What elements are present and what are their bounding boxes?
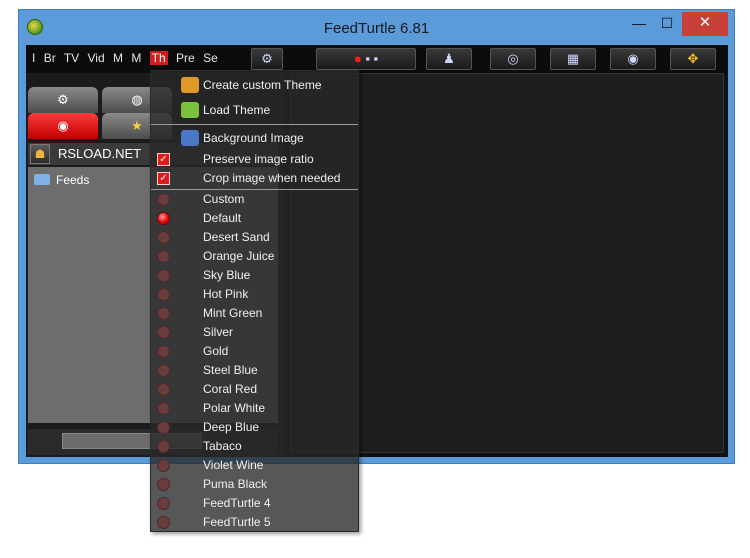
radio-icon xyxy=(157,269,170,282)
menu-themes[interactable]: Th xyxy=(149,51,168,65)
theme-option[interactable]: Coral Red xyxy=(151,380,358,399)
theme-option[interactable]: Default xyxy=(151,209,358,228)
radio-icon xyxy=(157,459,170,472)
menu-bar: I Br TV Vid M M Th Pre Se xyxy=(32,51,223,65)
radio-icon xyxy=(157,402,170,415)
theme-option[interactable]: FeedTurtle 5 xyxy=(151,513,358,532)
theme-option[interactable]: Steel Blue xyxy=(151,361,358,380)
radio-icon xyxy=(157,440,170,453)
radio-selected-icon xyxy=(157,212,170,225)
theme-option[interactable]: Custom xyxy=(151,190,358,209)
radio-icon xyxy=(157,326,170,339)
theme-option[interactable]: Sky Blue xyxy=(151,266,358,285)
palette-icon xyxy=(181,77,199,93)
menu-load-theme[interactable]: Load Theme xyxy=(151,98,358,122)
radio-icon xyxy=(157,288,170,301)
folder-icon xyxy=(34,174,50,185)
monitor-icon xyxy=(181,130,199,146)
radio-icon xyxy=(157,497,170,510)
checkbox-checked-icon: ✓ xyxy=(157,172,170,185)
radio-icon xyxy=(157,250,170,263)
menu-preserve-ratio[interactable]: ✓ Preserve image ratio xyxy=(151,150,358,169)
app-window: FeedTurtle 6.81 — ☐ ✕ I Br TV Vid M M Th… xyxy=(18,9,735,464)
radio-icon xyxy=(157,345,170,358)
close-button[interactable]: ✕ xyxy=(682,12,728,36)
theme-option[interactable]: FeedTurtle 4 xyxy=(151,494,358,513)
radio-icon xyxy=(157,421,170,434)
radio-icon xyxy=(157,383,170,396)
menu-create-theme[interactable]: Create custom Theme xyxy=(151,73,358,97)
menu-separator xyxy=(151,124,358,125)
record-icon[interactable]: ● ▪ ▪ xyxy=(316,48,416,70)
menu-vid[interactable]: Vid xyxy=(88,51,105,65)
minimize-button[interactable]: — xyxy=(626,12,652,36)
theme-option[interactable]: Tabaco xyxy=(151,437,358,456)
globe-icon[interactable]: ◉ xyxy=(610,48,656,70)
rss-icon[interactable]: ☗ xyxy=(30,144,50,164)
radio-icon xyxy=(157,364,170,377)
title-bar[interactable]: FeedTurtle 6.81 — ☐ ✕ xyxy=(19,10,734,44)
radio-icon xyxy=(157,478,170,491)
tree-item-feeds[interactable]: Feeds xyxy=(34,173,89,187)
theme-option[interactable]: Puma Black xyxy=(151,475,358,494)
theme-option[interactable]: Gold xyxy=(151,342,358,361)
theme-option[interactable]: Polar White xyxy=(151,399,358,418)
theme-menu: Create custom Theme Load Theme Backgroun… xyxy=(150,70,359,532)
maximize-button[interactable]: ☐ xyxy=(654,12,680,36)
menu-tv[interactable]: TV xyxy=(64,51,79,65)
settings-icon[interactable]: ⚙ xyxy=(251,48,283,70)
theme-option[interactable]: Hot Pink xyxy=(151,285,358,304)
menu-m2[interactable]: M xyxy=(131,51,141,65)
radio-icon xyxy=(157,231,170,244)
speaker-icon[interactable]: ◎ xyxy=(490,48,536,70)
menu-se[interactable]: Se xyxy=(203,51,218,65)
menu-pre[interactable]: Pre xyxy=(176,51,195,65)
brush-icon xyxy=(181,102,199,118)
person-icon[interactable]: ♟ xyxy=(426,48,472,70)
radio-icon xyxy=(157,307,170,320)
theme-option[interactable]: Desert Sand xyxy=(151,228,358,247)
theme-option[interactable]: Violet Wine xyxy=(151,456,358,475)
menu-background-image[interactable]: Background Image xyxy=(151,126,358,150)
theme-option[interactable]: Deep Blue xyxy=(151,418,358,437)
radio-icon xyxy=(157,516,170,529)
menu-m1[interactable]: M xyxy=(113,51,123,65)
theme-option[interactable]: Mint Green xyxy=(151,304,358,323)
menu-i[interactable]: I xyxy=(32,51,35,65)
menu-br[interactable]: Br xyxy=(44,51,56,65)
theme-option[interactable]: Silver xyxy=(151,323,358,342)
fullscreen-icon[interactable]: ✥ xyxy=(670,48,716,70)
feed-source-name: RSLOAD.NET xyxy=(58,146,142,161)
radio-icon xyxy=(157,193,170,206)
tab-settings[interactable]: ⚙ xyxy=(28,87,98,113)
client-area: I Br TV Vid M M Th Pre Se ⚙ ● ▪ ▪ ♟ ◎ ▦ … xyxy=(26,45,728,457)
tab-rss[interactable]: ◉ xyxy=(28,113,98,139)
checkbox-checked-icon: ✓ xyxy=(157,153,170,166)
clapper-icon[interactable]: ▦ xyxy=(550,48,596,70)
theme-option[interactable]: Orange Juice xyxy=(151,247,358,266)
menu-crop-image[interactable]: ✓ Crop image when needed xyxy=(151,169,358,188)
toolbar: I Br TV Vid M M Th Pre Se ⚙ ● ▪ ▪ ♟ ◎ ▦ … xyxy=(26,45,728,73)
